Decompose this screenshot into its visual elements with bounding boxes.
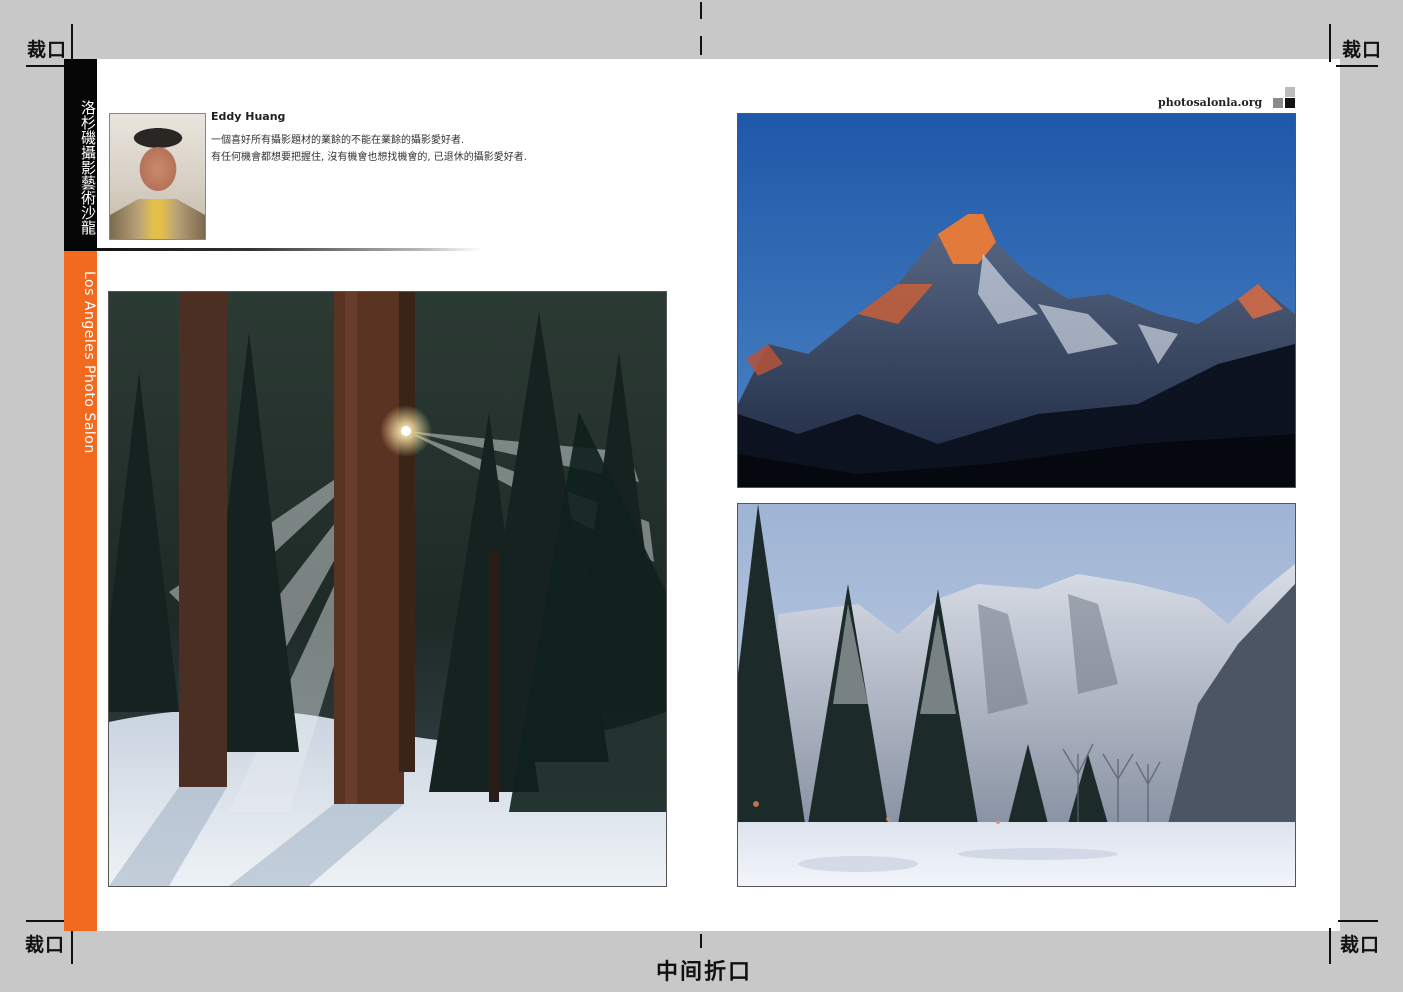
fold-mark-top-2: [700, 36, 702, 55]
crop-label-bottom-left: 裁口: [25, 934, 66, 956]
crop-mark-top-right-v: [1329, 24, 1331, 62]
crop-mark-bottom-right-v: [1329, 928, 1331, 964]
logo-square-dark: [1285, 98, 1295, 108]
forest-sunbeam-photo: [108, 291, 667, 887]
crop-mark-top-left-v: [71, 24, 73, 62]
spine-english-title: Los Angeles Photo Salon: [81, 270, 97, 454]
crop-mark-top-right-h: [1336, 65, 1378, 67]
logo-square-light: [1285, 87, 1295, 97]
crop-label-top-left: 裁口: [27, 39, 68, 61]
crop-mark-bottom-left-v: [71, 928, 73, 964]
header-rule: [97, 248, 481, 251]
portrait-jacket: [110, 199, 205, 239]
logo-square-mid: [1273, 98, 1283, 108]
spine-chinese-title: 洛杉磯攝影藝術沙龍: [79, 99, 97, 235]
author-bio-line-1: 一個喜好所有攝影題材的業餘的不能在業餘的攝影愛好者.: [211, 135, 465, 146]
crop-label-bottom-right: 裁口: [1340, 934, 1381, 956]
fold-mark-top-1: [700, 2, 702, 19]
author-portrait: [109, 113, 206, 240]
crop-mark-bottom-right-h: [1338, 920, 1378, 922]
fold-label: 中间折口: [656, 960, 753, 985]
author-bio: 一個喜好所有攝影題材的業餘的不能在業餘的攝影愛好者. 有任何機會都想要把握住, …: [211, 132, 631, 166]
site-url: photosalonla.org: [1158, 96, 1263, 109]
mountain-peak-photo: [737, 113, 1296, 488]
author-bio-line-2: 有任何機會都想要把握住, 沒有機會也想找機會的, 已退休的攝影愛好者.: [211, 152, 527, 163]
fold-mark-bottom: [700, 934, 702, 948]
snowy-valley-photo: [737, 503, 1296, 887]
author-name: Eddy Huang: [211, 110, 286, 123]
crop-label-top-right: 裁口: [1342, 39, 1383, 61]
